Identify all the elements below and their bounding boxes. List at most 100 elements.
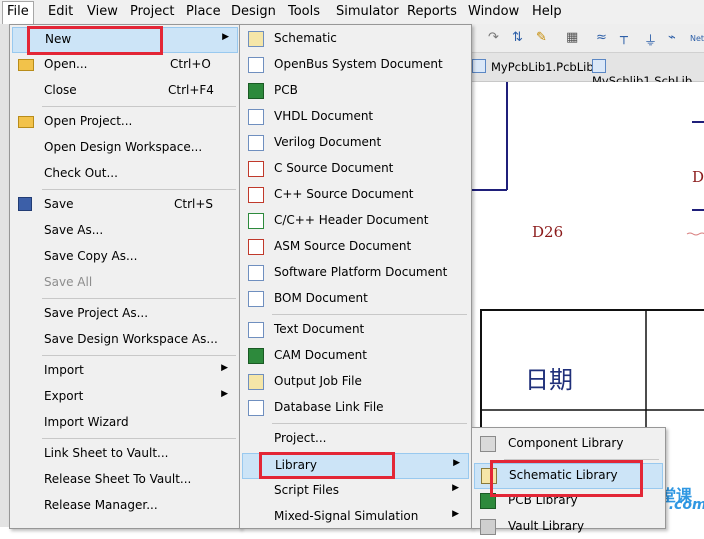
menu-item-save-design-workspace-as[interactable]: Save Design Workspace As...	[12, 328, 236, 352]
schematic-library-doc-icon	[592, 59, 606, 73]
menu-item-open-design-workspace[interactable]: Open Design Workspace...	[12, 136, 236, 160]
menu-bar: File Edit View Project Place Design Tool…	[0, 0, 704, 27]
menu-item-asm-source-document[interactable]: ASM Source Document	[242, 235, 467, 259]
date-label: 日期	[525, 366, 573, 394]
menu-help[interactable]: Help	[532, 4, 562, 19]
pcb-icon	[248, 83, 264, 99]
folder-open-icon	[18, 59, 34, 71]
bus-icon[interactable]: ≈	[596, 30, 607, 45]
output-job-icon	[248, 374, 264, 390]
separator	[42, 106, 236, 107]
toolbar: ↷ ⇅ ✎ ▦ ≈ ┬ ⏚ ⌁ Net	[470, 24, 704, 53]
software-platform-icon	[248, 265, 264, 281]
submenu-arrow-icon: ▶	[452, 509, 459, 519]
menu-view[interactable]: View	[87, 4, 118, 19]
menu-item-verilog-document[interactable]: Verilog Document	[242, 131, 467, 155]
menu-item-save-as[interactable]: Save As...	[12, 219, 236, 243]
asm-icon	[248, 239, 264, 255]
tab-pcblib[interactable]: MyPcbLib1.PcbLib	[472, 59, 594, 74]
highlight-box-new	[27, 26, 163, 55]
menu-project[interactable]: Project	[130, 4, 174, 19]
menu-item-vhdl-document[interactable]: VHDL Document	[242, 105, 467, 129]
pencil-icon[interactable]: ✎	[536, 30, 547, 45]
designator-d: D	[692, 168, 704, 186]
menu-item-output-job-file[interactable]: Output Job File	[242, 370, 467, 394]
menu-place[interactable]: Place	[186, 4, 221, 19]
menu-item-import-wizard[interactable]: Import Wizard	[12, 411, 236, 435]
menu-item-text-document[interactable]: Text Document	[242, 318, 467, 342]
schematic-icon	[248, 31, 264, 47]
vault-library-icon	[480, 519, 496, 535]
menu-item-database-link-file[interactable]: Database Link File	[242, 396, 467, 420]
separator	[42, 298, 236, 299]
separator	[42, 189, 236, 190]
designator-d26: D26	[532, 223, 564, 241]
menu-item-script-files[interactable]: Script Files ▶	[242, 479, 467, 503]
power-icon[interactable]: ⌁	[668, 30, 676, 45]
menu-item-cam-document[interactable]: CAM Document	[242, 344, 467, 368]
pcb-library-doc-icon	[472, 59, 486, 73]
separator	[272, 423, 467, 424]
menu-item-openbus-system-document[interactable]: OpenBus System Document	[242, 53, 467, 77]
menu-item-save-all: Save All	[44, 275, 93, 289]
save-icon	[18, 197, 32, 211]
menu-item-c-cpp-header-document[interactable]: C/C++ Header Document	[242, 209, 467, 233]
cpp-source-icon	[248, 187, 264, 203]
menu-item-component-library[interactable]: Component Library	[474, 432, 661, 456]
separator	[42, 438, 236, 439]
submenu-arrow-icon: ▶	[221, 389, 228, 399]
menu-item-mixed-signal-simulation[interactable]: Mixed-Signal Simulation ▶	[242, 505, 467, 529]
submenu-arrow-icon: ▶	[453, 458, 460, 468]
menu-item-check-out[interactable]: Check Out...	[12, 162, 236, 186]
menu-design[interactable]: Design	[231, 4, 276, 19]
menu-item-c-source-document[interactable]: C Source Document	[242, 157, 467, 181]
wire-icon[interactable]: ┬	[620, 30, 628, 45]
document-tabs: MyPcbLib1.PcbLib MySchlib1.SchLib	[470, 53, 704, 88]
menu-edit[interactable]: Edit	[48, 4, 73, 19]
menu-item-release-sheet-to-vault[interactable]: Release Sheet To Vault...	[12, 468, 236, 492]
menu-item-open[interactable]: Open... Ctrl+O	[12, 53, 236, 77]
component-library-icon	[480, 436, 496, 452]
submenu-arrow-icon: ▶	[452, 483, 459, 493]
menu-window[interactable]: Window	[468, 4, 519, 19]
net-label-icon[interactable]: Net	[690, 34, 704, 43]
menu-item-open-project[interactable]: Open Project...	[12, 110, 236, 134]
menu-item-pcb[interactable]: PCB	[242, 79, 467, 103]
menu-item-save[interactable]: Save Ctrl+S	[12, 193, 236, 217]
ground-icon[interactable]: ⏚	[644, 30, 657, 49]
menu-item-bom-document[interactable]: BOM Document	[242, 287, 467, 311]
cam-icon	[248, 348, 264, 364]
highlight-box-library	[259, 452, 395, 479]
menu-item-close[interactable]: Close Ctrl+F4	[12, 79, 236, 103]
verilog-icon	[248, 135, 264, 151]
component-icon[interactable]: ▦	[566, 30, 578, 45]
wire-squiggle	[686, 232, 704, 236]
project-open-icon	[18, 116, 34, 128]
c-source-icon	[248, 161, 264, 177]
menu-item-schematic[interactable]: Schematic	[242, 27, 467, 51]
submenu-arrow-icon: ▶	[222, 32, 229, 42]
menu-item-save-copy-as[interactable]: Save Copy As...	[12, 245, 236, 269]
menu-item-project[interactable]: Project...	[242, 427, 467, 451]
menu-item-release-manager[interactable]: Release Manager...	[12, 494, 236, 518]
menu-item-import[interactable]: Import ▶	[12, 359, 236, 383]
menu-item-link-sheet-to-vault[interactable]: Link Sheet to Vault...	[12, 442, 236, 466]
menu-simulator[interactable]: Simulator	[336, 4, 399, 19]
menu-item-export[interactable]: Export ▶	[12, 385, 236, 409]
separator	[42, 355, 236, 356]
submenu-arrow-icon: ▶	[221, 363, 228, 373]
redo-icon[interactable]: ↷	[488, 30, 499, 45]
vhdl-icon	[248, 109, 264, 125]
header-icon	[248, 213, 264, 229]
menu-reports[interactable]: Reports	[407, 4, 457, 19]
file-menu: New ▶ Open... Ctrl+O Close Ctrl+F4 Open …	[9, 24, 241, 529]
menu-tools[interactable]: Tools	[288, 4, 320, 19]
menu-item-vault-library[interactable]: Vault Library	[474, 515, 661, 539]
menu-item-cpp-source-document[interactable]: C++ Source Document	[242, 183, 467, 207]
text-doc-icon	[248, 322, 264, 338]
menu-item-save-project-as[interactable]: Save Project As...	[12, 302, 236, 326]
sort-icon[interactable]: ⇅	[512, 30, 523, 45]
menu-item-software-platform-document[interactable]: Software Platform Document	[242, 261, 467, 285]
openbus-icon	[248, 57, 264, 73]
database-link-icon	[248, 400, 264, 416]
